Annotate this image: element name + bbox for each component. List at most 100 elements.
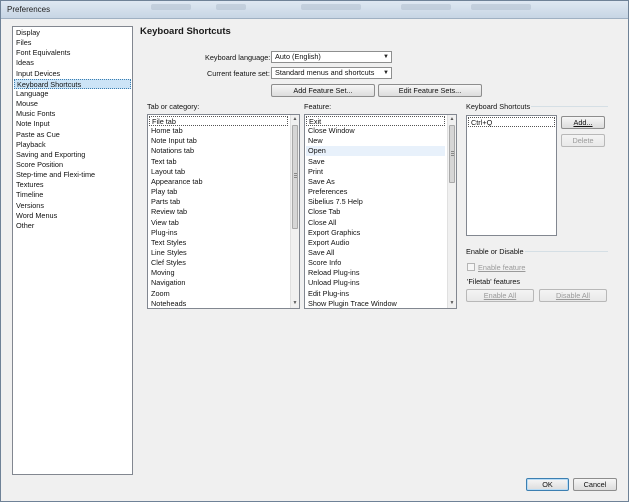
preferences-window: Preferences Display Files Font Equivalents… — [0, 0, 629, 502]
sidebar-item[interactable]: Paste as Cue — [14, 130, 131, 140]
tab-or-category-list[interactable]: ▲ ▼ File tab Home tab Note Input tab Notati… — [147, 114, 300, 309]
disable-all-button[interactable]: Disable All — [539, 289, 607, 302]
sidebar-item[interactable]: Ideas — [14, 58, 131, 68]
sidebar-item[interactable]: Files — [14, 38, 131, 48]
sidebar-item[interactable]: Input Devices — [14, 69, 131, 79]
blurred-background-strip — [401, 4, 451, 10]
feature-list-item[interactable]: Sibelius 7.5 Help — [306, 197, 445, 207]
shortcut-list[interactable]: Ctrl+Q — [466, 115, 557, 236]
category-list-item[interactable]: Note Input tab — [149, 136, 288, 146]
scroll-up-arrow-icon[interactable]: ▲ — [291, 115, 299, 124]
sidebar-item[interactable]: Timeline — [14, 190, 131, 200]
sidebar-item[interactable]: Note Input — [14, 119, 131, 129]
blurred-background-strip — [216, 4, 246, 10]
category-list-item[interactable]: Parts tab — [149, 197, 288, 207]
sidebar-item[interactable]: Mouse — [14, 99, 131, 109]
sidebar-item[interactable]: Word Menus — [14, 211, 131, 221]
category-list-item[interactable]: Review tab — [149, 207, 288, 217]
keyboard-language-select[interactable]: Auto (English) ▼ — [271, 51, 392, 63]
feature-list-item[interactable]: Show Plugin Trace Window — [306, 299, 445, 308]
sidebar-item[interactable]: Score Position — [14, 160, 131, 170]
feature-list-item[interactable]: Score Info — [306, 258, 445, 268]
feature-list-item[interactable]: Close All — [306, 218, 445, 228]
category-list-item[interactable]: Layout tab — [149, 167, 288, 177]
feature-list-item[interactable]: Preferences — [306, 187, 445, 197]
category-list-item[interactable]: Moving — [149, 268, 288, 278]
sidebar-item[interactable]: Display — [14, 28, 131, 38]
sidebar-item[interactable]: Step-time and Flexi-time — [14, 170, 131, 180]
category-list-item[interactable]: Text tab — [149, 157, 288, 167]
scroll-thumb[interactable] — [292, 125, 298, 229]
grip-line — [294, 177, 297, 178]
category-list-item[interactable]: Zoom — [149, 289, 288, 299]
category-list-item[interactable]: Line Styles — [149, 248, 288, 258]
feature-list-item[interactable]: Close Window — [306, 126, 445, 136]
edit-feature-sets-button[interactable]: Edit Feature Sets... — [378, 84, 482, 97]
enable-disable-label: Enable or Disable — [466, 247, 524, 256]
chevron-down-icon: ▼ — [383, 54, 389, 60]
feature-list-item[interactable]: Export Graphics — [306, 228, 445, 238]
category-list-item[interactable]: View tab — [149, 218, 288, 228]
feature-set-value: Standard menus and shortcuts — [275, 68, 375, 77]
feature-set-label: Current feature set: — [207, 69, 270, 78]
feature-set-select[interactable]: Standard menus and shortcuts ▼ — [271, 67, 392, 79]
feature-list-item[interactable]: Print — [306, 167, 445, 177]
blurred-background-strip — [301, 4, 361, 10]
category-list-item[interactable]: Play tab — [149, 187, 288, 197]
category-list-item[interactable]: Clef Styles — [149, 258, 288, 268]
add-shortcut-button[interactable]: Add... — [561, 116, 605, 129]
feature-list-item[interactable]: New — [306, 136, 445, 146]
sidebar-item[interactable]: Keyboard Shortcuts — [14, 78, 131, 89]
sidebar-item[interactable]: Other — [14, 221, 131, 231]
cancel-button[interactable]: Cancel — [573, 478, 617, 491]
category-list-item[interactable]: File tab — [149, 116, 288, 126]
add-feature-set-button[interactable]: Add Feature Set... — [271, 84, 375, 97]
scroll-down-arrow-icon[interactable]: ▼ — [291, 299, 299, 308]
feature-list-item[interactable]: Close Tab — [306, 207, 445, 217]
feature-list-item[interactable]: Open — [306, 146, 445, 157]
chevron-down-icon: ▼ — [383, 70, 389, 76]
category-list-item[interactable]: Appearance tab — [149, 177, 288, 187]
feature-list-item[interactable]: Edit Plug-ins — [306, 289, 445, 299]
enable-feature-checkbox[interactable] — [467, 263, 475, 271]
category-list-item[interactable]: Text Styles — [149, 238, 288, 248]
sidebar-item[interactable]: Saving and Exporting — [14, 150, 131, 160]
category-list[interactable]: Display Files Font Equivalents Ideas Input D… — [12, 26, 133, 475]
category-list-item[interactable]: Notations tab — [149, 146, 288, 156]
scroll-down-arrow-icon[interactable]: ▼ — [448, 299, 456, 308]
grip-line — [451, 153, 454, 154]
feature-list[interactable]: ▲ ▼ Exit Close Window New Open Save Print Save… — [304, 114, 457, 309]
enable-feature-text: Enable feature — [478, 263, 526, 272]
sidebar-item[interactable]: Playback — [14, 140, 131, 150]
sidebar-item[interactable]: Textures — [14, 180, 131, 190]
feature-list-item[interactable]: Save — [306, 157, 445, 167]
feature-list-item[interactable]: Save All — [306, 248, 445, 258]
grip-line — [451, 155, 454, 156]
enable-all-button[interactable]: Enable All — [466, 289, 534, 302]
sidebar-item[interactable]: Music Fonts — [14, 109, 131, 119]
category-list-item[interactable]: Plug-ins — [149, 228, 288, 238]
feature-scrollbar[interactable]: ▲ ▼ — [447, 115, 456, 308]
category-list-item[interactable]: Home tab — [149, 126, 288, 136]
title-bar[interactable]: Preferences — [1, 1, 628, 19]
feature-list-item[interactable]: Unload Plug-ins — [306, 278, 445, 288]
feature-list-item[interactable]: Exit — [306, 116, 445, 126]
scroll-up-arrow-icon[interactable]: ▲ — [448, 115, 456, 124]
category-list-item[interactable]: Navigation — [149, 278, 288, 288]
category-scrollbar[interactable]: ▲ ▼ — [290, 115, 299, 308]
keyboard-language-label: Keyboard language: — [205, 53, 271, 62]
feature-list-item[interactable]: Save As — [306, 177, 445, 187]
sidebar-item[interactable]: Language — [14, 89, 131, 99]
delete-shortcut-button[interactable]: Delete — [561, 134, 605, 147]
feature-list-item[interactable]: Reload Plug-ins — [306, 268, 445, 278]
shortcuts-group-divider — [531, 106, 608, 107]
scroll-thumb[interactable] — [449, 125, 455, 183]
blurred-background-strip — [151, 4, 191, 10]
blurred-background-strip — [471, 4, 531, 10]
sidebar-item[interactable]: Versions — [14, 201, 131, 211]
category-list-item[interactable]: Noteheads — [149, 299, 288, 308]
ok-button[interactable]: OK — [526, 478, 569, 491]
shortcut-list-item[interactable]: Ctrl+Q — [468, 117, 555, 127]
sidebar-item[interactable]: Font Equivalents — [14, 48, 131, 58]
feature-list-item[interactable]: Export Audio — [306, 238, 445, 248]
